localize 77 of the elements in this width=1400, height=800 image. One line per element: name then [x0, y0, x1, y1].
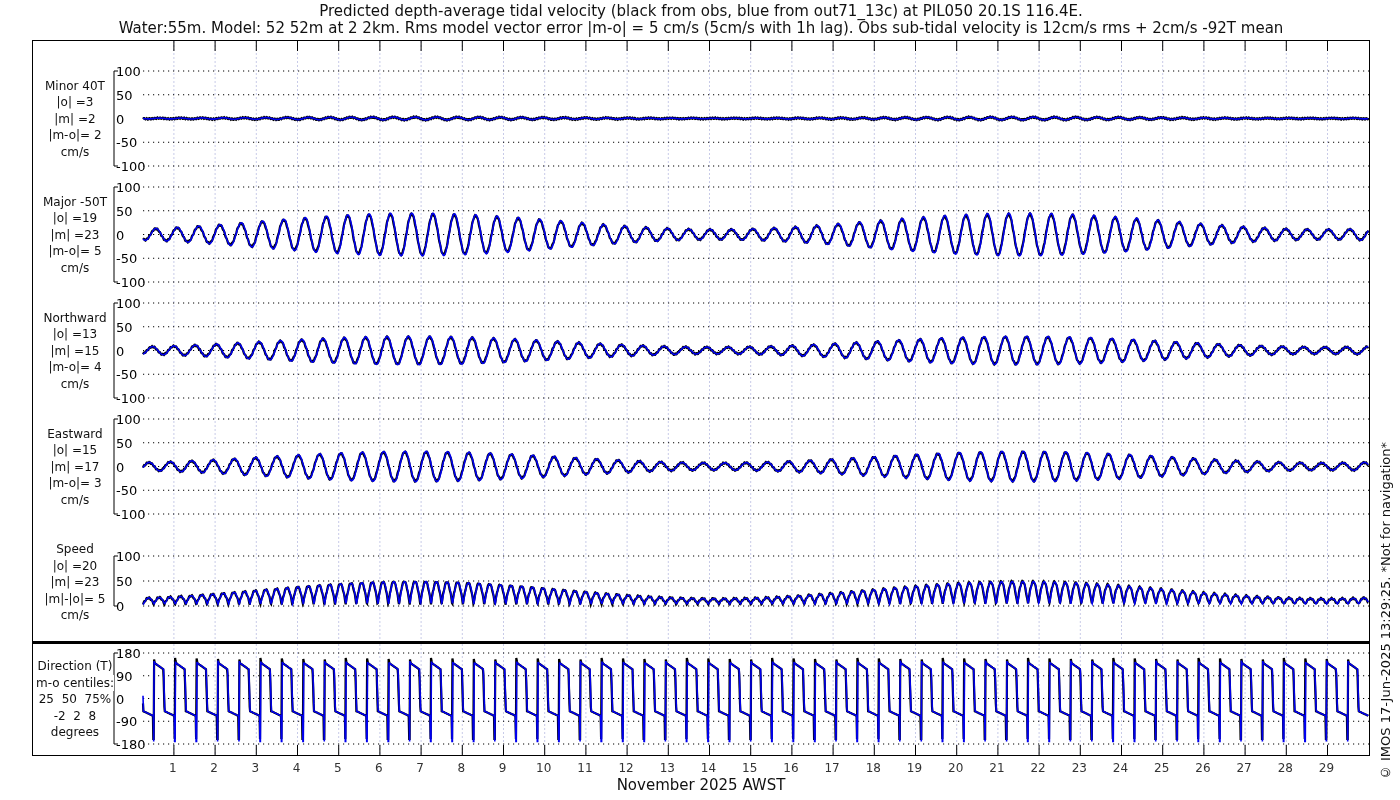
chart-title: Predicted depth-average tidal velocity (black from obs, blue from out71_13c) at PIL050 20.1S 116.4E. [319, 3, 1083, 20]
panel-label: Speed [56, 541, 94, 558]
panel-label: |m-o|= 3 [48, 475, 102, 492]
axis-tick-label: 26 [1195, 761, 1211, 775]
axis-tick-label: -50 [115, 483, 138, 499]
axis-tick-label: 0 [115, 459, 125, 475]
axis-tick-label: 50 [115, 574, 133, 589]
axis-tick-label: 100 [115, 296, 141, 311]
panel-label: |o| =3 [56, 94, 94, 111]
axis-tick-label: 20 [948, 761, 964, 775]
axis-tick-label: 9 [498, 761, 507, 775]
axis-tick-label: 25 [1154, 761, 1170, 775]
axis-tick-label: 2 [210, 761, 218, 775]
panel-label: |m-o|= 2 [48, 127, 102, 144]
axis-tick-label: -90 [115, 714, 138, 730]
axis-tick-label: 90 [115, 668, 133, 684]
axis-tick-label: 6 [375, 761, 383, 775]
axis-tick-label: 4 [292, 761, 301, 775]
panel-label: |m|-|o|= 5 [44, 590, 106, 607]
panel-label: |o| =19 [52, 210, 98, 227]
axis-tick-label: 180 [115, 646, 141, 661]
axis-tick-label: 23 [1071, 761, 1087, 775]
panel-label: |m-o|= 4 [48, 359, 102, 376]
axis-tick-label: 50 [115, 435, 133, 451]
axis-tick-label: -100 [115, 275, 146, 290]
axis-tick-label: -100 [115, 507, 146, 522]
axis-tick-label: 13 [659, 761, 675, 775]
axis-tick-label: 5 [333, 761, 342, 775]
axis-tick-label: -50 [115, 367, 138, 383]
axis-tick-label: 8 [457, 761, 466, 775]
axis-tick-label: 22 [1030, 761, 1046, 775]
axis-tick-label: 100 [115, 180, 141, 195]
axis-tick-label: 10 [536, 761, 552, 775]
panel-label: |o| =13 [52, 326, 98, 343]
axis-title: November 2025 AWST [615, 776, 787, 794]
panel-label: |m-o|= 5 [48, 243, 102, 260]
axis-tick-label: 17 [824, 761, 840, 775]
axis-tick-label: 0 [115, 111, 125, 127]
axis-tick-label: -50 [115, 135, 138, 151]
axis-tick-label: 24 [1112, 761, 1129, 775]
axis-tick-label: 100 [115, 549, 141, 564]
y-axis-line [113, 555, 119, 607]
axis-tick-label: 100 [115, 412, 141, 427]
axis-tick-label: -100 [115, 159, 146, 174]
chart-title: Water:55m. Model: 52 52m at 2 2km. Rms model vector error |m-o| = 5 cm/s (5cm/s with 1h lag). Obs sub-tidal velocity is 12cm/s rms + 2cm/s -92T mean [118, 20, 1284, 37]
panel-label: Major -50T [42, 193, 107, 211]
axis-tick-label: 50 [115, 203, 133, 219]
axis-tick-label: 16 [783, 761, 799, 775]
axis-tick-label: 0 [115, 227, 125, 243]
axis-tick-label: 7 [416, 761, 424, 775]
panel-label: degrees [50, 724, 100, 741]
axis-tick-label: 19 [906, 761, 923, 775]
axis-tick-label: 15 [742, 761, 758, 775]
axis-tick-label: 27 [1236, 761, 1252, 775]
axis-tick-label: 0 [115, 343, 125, 359]
axis-tick-label: 29 [1318, 761, 1335, 775]
axis-tick-label: -180 [115, 737, 146, 752]
axis-tick-label: 0 [115, 691, 125, 707]
panel-label: |o| =15 [52, 442, 98, 459]
axis-tick-label: 28 [1277, 761, 1293, 775]
axis-tick-label: 100 [115, 64, 141, 79]
axis-tick-label: -50 [115, 251, 138, 267]
panel-label: |m| =23 [50, 574, 100, 591]
axis-tick-label: -100 [115, 391, 146, 406]
axis-tick-label: 11 [577, 761, 593, 775]
axis-tick-label: 0 [115, 599, 125, 614]
axis-tick-label: 14 [700, 761, 717, 775]
axis-tick-label: 1 [169, 761, 177, 775]
axis-tick-label: 18 [865, 761, 881, 775]
axis-tick-label: 50 [115, 87, 133, 103]
axis-tick-label: 3 [251, 761, 260, 775]
panel-label: cm/s [60, 607, 90, 624]
axis-tick-label: 50 [115, 319, 133, 335]
credit-text: © IMOS 17-Jun-2025 13:29:25. *Not for navigation* [1377, 441, 1393, 780]
axis-tick-label: 12 [618, 761, 634, 775]
panel-label: |o| =20 [52, 557, 98, 574]
axis-tick-label: 21 [989, 761, 1005, 775]
